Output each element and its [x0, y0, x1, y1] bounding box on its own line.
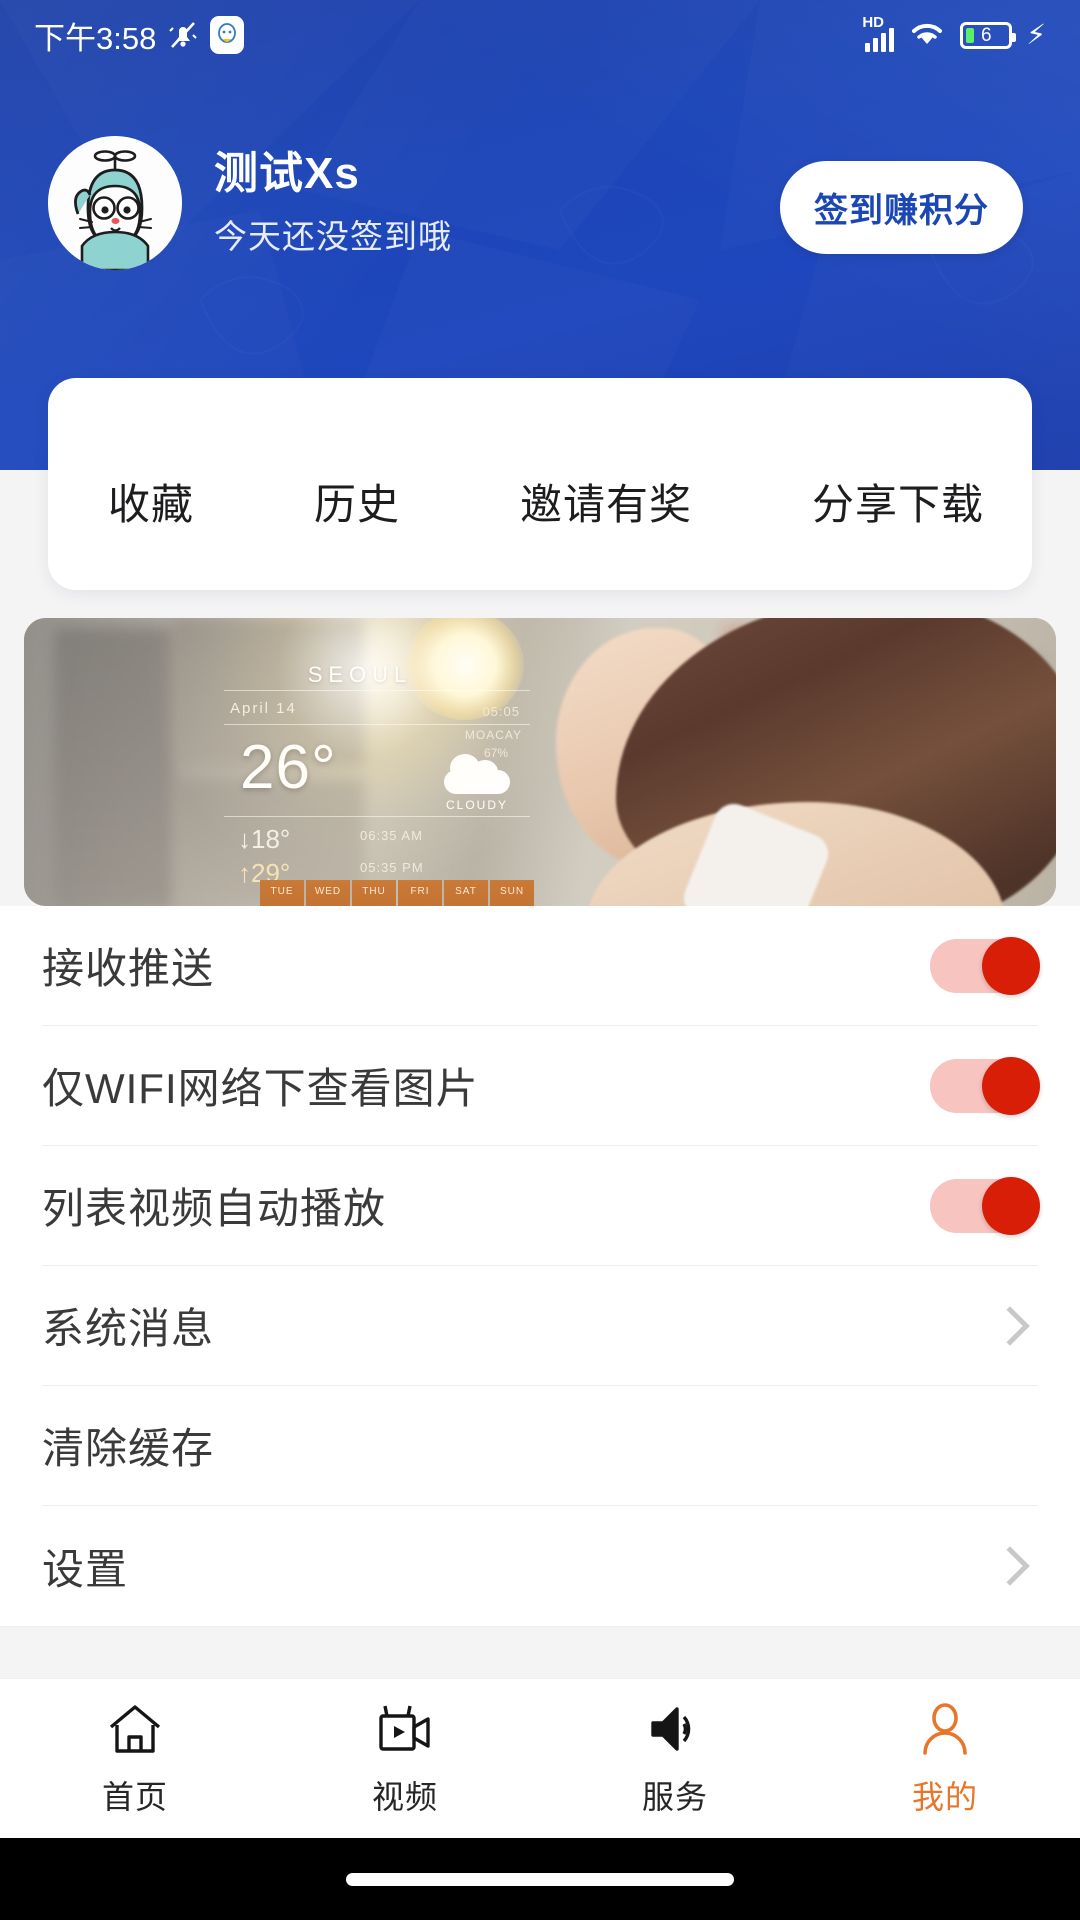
status-bar-left: 下午3:58 — [34, 13, 244, 58]
row-system-messages[interactable]: 系统消息 — [42, 1266, 1038, 1386]
person-icon — [917, 1700, 973, 1758]
home-gesture-bar[interactable] — [346, 1873, 734, 1886]
row-wifi-only-images[interactable]: 仅WIFI网络下查看图片 — [42, 1026, 1038, 1146]
signal-bars-icon: HD — [864, 18, 894, 52]
banner-photo: SEOUL April 14 05:05 MOACAY 67% 26° CLOU… — [24, 618, 1056, 906]
status-time: 下午3:58 — [34, 13, 156, 58]
battery-icon: 6 — [960, 22, 1012, 49]
list-video-autoplay-toggle[interactable] — [930, 1179, 1038, 1233]
status-bar-right: HD 6 ⚡ — [864, 18, 1046, 53]
mute-bell-icon — [168, 19, 198, 51]
bottom-navigation: 首页 视频 服务 我的 — [0, 1678, 1080, 1838]
chevron-right-icon — [990, 1306, 1030, 1346]
nav-mine[interactable]: 我的 — [810, 1700, 1080, 1818]
nav-video[interactable]: 视频 — [270, 1700, 540, 1818]
row-label: 接收推送 — [42, 935, 214, 996]
cat-avatar-icon — [48, 136, 182, 270]
nav-label: 我的 — [912, 1772, 978, 1818]
wifi-icon — [908, 18, 946, 53]
row-label: 设置 — [42, 1536, 128, 1597]
hd-label: HD — [862, 14, 884, 31]
avatar[interactable] — [48, 136, 182, 270]
sign-status: 今天还没签到哦 — [214, 210, 452, 258]
home-icon — [106, 1700, 164, 1758]
signin-earn-points-button[interactable]: 签到赚积分 — [780, 161, 1023, 254]
row-label: 仅WIFI网络下查看图片 — [42, 1055, 479, 1116]
tab-history[interactable]: 历史 — [314, 471, 400, 532]
promo-banner[interactable]: SEOUL April 14 05:05 MOACAY 67% 26° CLOU… — [24, 618, 1056, 906]
nav-label: 视频 — [372, 1772, 438, 1818]
chevron-right-icon — [990, 1546, 1030, 1586]
row-label: 系统消息 — [42, 1295, 214, 1356]
tab-invite-reward[interactable]: 邀请有奖 — [520, 471, 692, 532]
row-list-video-autoplay[interactable]: 列表视频自动播放 — [42, 1146, 1038, 1266]
tab-share-download[interactable]: 分享下载 — [812, 471, 984, 532]
status-bar: 下午3:58 HD — [0, 0, 1080, 70]
row-label: 列表视频自动播放 — [42, 1175, 386, 1236]
settings-list: 接收推送 仅WIFI网络下查看图片 列表视频自动播放 系统消息 清除缓存 设置 — [0, 906, 1080, 1627]
battery-level: 6 — [963, 25, 1009, 46]
profile-text: 测试Xs 今天还没签到哦 — [214, 148, 452, 258]
speaker-icon — [645, 1700, 705, 1758]
receive-push-toggle[interactable] — [930, 939, 1038, 993]
row-label: 清除缓存 — [42, 1415, 214, 1476]
nav-home[interactable]: 首页 — [0, 1700, 270, 1818]
wifi-only-images-toggle[interactable] — [930, 1059, 1038, 1113]
row-settings[interactable]: 设置 — [42, 1506, 1038, 1626]
row-clear-cache[interactable]: 清除缓存 — [42, 1386, 1038, 1506]
row-receive-push[interactable]: 接收推送 — [42, 906, 1038, 1026]
nav-service[interactable]: 服务 — [540, 1700, 810, 1818]
gesture-bar-area — [0, 1838, 1080, 1920]
charging-bolt-icon: ⚡ — [1026, 21, 1046, 49]
profile-block[interactable]: 测试Xs 今天还没签到哦 — [48, 136, 452, 270]
nav-label: 首页 — [102, 1772, 168, 1818]
qq-icon — [210, 16, 244, 54]
video-camera-icon — [375, 1700, 435, 1758]
tab-favorites[interactable]: 收藏 — [108, 471, 194, 532]
user-name: 测试Xs — [214, 148, 452, 200]
nav-label: 服务 — [642, 1772, 708, 1818]
quick-tabs-card: 收藏 历史 邀请有奖 分享下载 — [48, 378, 1032, 590]
